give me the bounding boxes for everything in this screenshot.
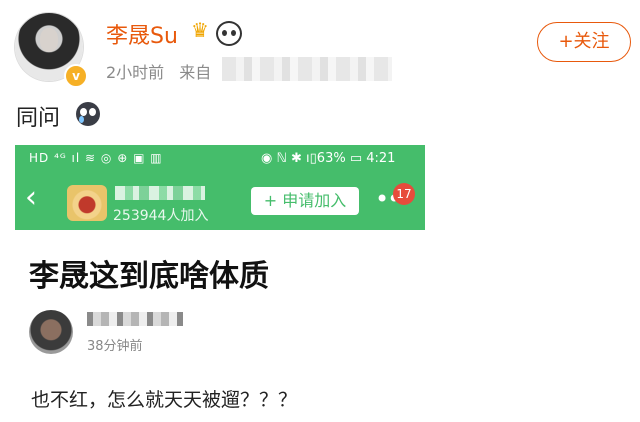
poster-time: 38分钟前 [87, 339, 143, 354]
post-source-prefix: 来自 [179, 63, 212, 82]
back-icon[interactable]: ‹ [25, 183, 37, 213]
blurred-source [222, 57, 392, 81]
group-nav-bar: ‹ 253944人加入 + 申请加入 •• 17 [15, 173, 425, 230]
status-right: ◉ ℕ ✱ ı▯63% ▭ 4:21 [261, 151, 396, 166]
cry-emoji-icon [76, 102, 100, 126]
panda-icon [216, 21, 242, 46]
group-avatar[interactable] [67, 185, 107, 221]
notification-badge[interactable]: 17 [393, 183, 415, 205]
post-time: 2小时前 [106, 63, 165, 82]
blurred-group-name [115, 186, 205, 200]
embedded-screenshot: HD ⁴ᴳ ıl ≋ ◎ ⊕ ▣ ▥ ◉ ℕ ✱ ı▯63% ▭ 4:21 ‹ … [15, 145, 425, 422]
status-left: HD ⁴ᴳ ıl ≋ ◎ ⊕ ▣ ▥ [29, 151, 163, 165]
post-text: 同问 [16, 106, 61, 131]
poster-avatar[interactable] [29, 310, 73, 354]
follow-button[interactable]: +关注 [537, 22, 631, 62]
username[interactable]: 李晟Su [106, 18, 178, 50]
verified-badge-icon: v [64, 64, 88, 88]
thread-title: 李晟这到底啥体质 [29, 259, 269, 294]
join-button[interactable]: + 申请加入 [251, 187, 359, 215]
post-meta: 2小时前 来自 [106, 59, 211, 83]
status-bar: HD ⁴ᴳ ıl ≋ ◎ ⊕ ▣ ▥ ◉ ℕ ✱ ı▯63% ▭ 4:21 [15, 145, 425, 173]
blurred-poster-name [87, 312, 183, 326]
avatar-face [40, 28, 58, 52]
thread-body: 也不红，怎么就天天被遛？？？ [31, 389, 298, 411]
member-count: 253944人加入 [113, 208, 209, 224]
crown-icon: ♛ [191, 18, 209, 42]
